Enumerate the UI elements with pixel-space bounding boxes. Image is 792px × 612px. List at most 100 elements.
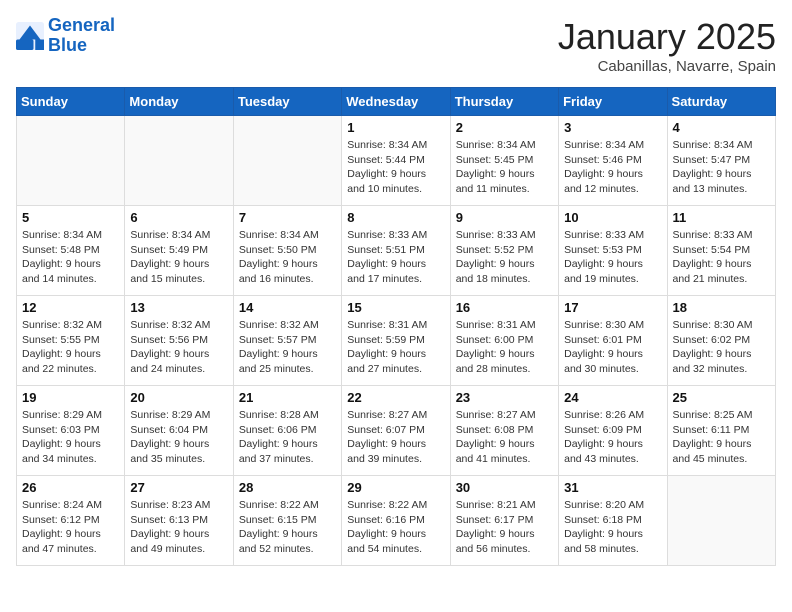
calendar-cell: 30 Sunrise: 8:21 AM Sunset: 6:17 PM Dayli… xyxy=(450,476,558,566)
week-row-3: 12 Sunrise: 8:32 AM Sunset: 5:55 PM Dayli… xyxy=(17,296,776,386)
day-info: Sunrise: 8:24 AM Sunset: 6:12 PM Dayligh… xyxy=(22,498,119,557)
day-number: 3 xyxy=(564,120,661,135)
calendar-subtitle: Cabanillas, Navarre, Spain xyxy=(558,58,776,75)
weekday-header-monday: Monday xyxy=(125,88,233,116)
day-info: Sunrise: 8:32 AM Sunset: 5:56 PM Dayligh… xyxy=(130,318,227,377)
day-number: 2 xyxy=(456,120,553,135)
day-info: Sunrise: 8:34 AM Sunset: 5:49 PM Dayligh… xyxy=(130,228,227,287)
day-number: 30 xyxy=(456,480,553,495)
day-number: 11 xyxy=(673,210,770,225)
day-number: 22 xyxy=(347,390,444,405)
day-number: 8 xyxy=(347,210,444,225)
day-info: Sunrise: 8:33 AM Sunset: 5:53 PM Dayligh… xyxy=(564,228,661,287)
day-number: 10 xyxy=(564,210,661,225)
title-block: January 2025 Cabanillas, Navarre, Spain xyxy=(558,16,776,75)
day-number: 16 xyxy=(456,300,553,315)
calendar-cell: 28Sunrise: 8:22 AM Sunset: 6:15 PM Dayli… xyxy=(233,476,341,566)
logo-icon xyxy=(16,22,44,50)
calendar-cell: 21 Sunrise: 8:28 AM Sunset: 6:06 PM Dayli… xyxy=(233,386,341,476)
page-header: GeneralBlue January 2025 Cabanillas, Nav… xyxy=(16,16,776,75)
day-number: 12 xyxy=(22,300,119,315)
calendar-cell: 17 Sunrise: 8:30 AM Sunset: 6:01 PM Dayli… xyxy=(559,296,667,386)
calendar-cell: 13Sunrise: 8:32 AM Sunset: 5:56 PM Dayli… xyxy=(125,296,233,386)
calendar-cell: 7 Sunrise: 8:34 AM Sunset: 5:50 PM Daylig… xyxy=(233,206,341,296)
day-info: Sunrise: 8:29 AM Sunset: 6:04 PM Dayligh… xyxy=(130,408,227,467)
day-number: 14 xyxy=(239,300,336,315)
day-info: Sunrise: 8:34 AM Sunset: 5:46 PM Dayligh… xyxy=(564,138,661,197)
day-info: Sunrise: 8:27 AM Sunset: 6:07 PM Dayligh… xyxy=(347,408,444,467)
weekday-header-friday: Friday xyxy=(559,88,667,116)
calendar-cell: 9 Sunrise: 8:33 AM Sunset: 5:52 PM Daylig… xyxy=(450,206,558,296)
weekday-header-tuesday: Tuesday xyxy=(233,88,341,116)
week-row-5: 26 Sunrise: 8:24 AM Sunset: 6:12 PM Dayli… xyxy=(17,476,776,566)
day-number: 19 xyxy=(22,390,119,405)
day-number: 15 xyxy=(347,300,444,315)
day-info: Sunrise: 8:34 AM Sunset: 5:45 PM Dayligh… xyxy=(456,138,553,197)
day-number: 7 xyxy=(239,210,336,225)
calendar-cell xyxy=(667,476,775,566)
calendar-cell: 12 Sunrise: 8:32 AM Sunset: 5:55 PM Dayli… xyxy=(17,296,125,386)
day-info: Sunrise: 8:33 AM Sunset: 5:52 PM Dayligh… xyxy=(456,228,553,287)
calendar-cell: 14Sunrise: 8:32 AM Sunset: 5:57 PM Dayli… xyxy=(233,296,341,386)
day-info: Sunrise: 8:32 AM Sunset: 5:55 PM Dayligh… xyxy=(22,318,119,377)
calendar-cell xyxy=(125,116,233,206)
calendar-title: January 2025 xyxy=(558,16,776,58)
day-number: 23 xyxy=(456,390,553,405)
calendar-cell: 24Sunrise: 8:26 AM Sunset: 6:09 PM Dayli… xyxy=(559,386,667,476)
weekday-header-sunday: Sunday xyxy=(17,88,125,116)
calendar-cell: 4 Sunrise: 8:34 AM Sunset: 5:47 PM Daylig… xyxy=(667,116,775,206)
day-number: 9 xyxy=(456,210,553,225)
day-info: Sunrise: 8:31 AM Sunset: 6:00 PM Dayligh… xyxy=(456,318,553,377)
day-number: 25 xyxy=(673,390,770,405)
day-info: Sunrise: 8:34 AM Sunset: 5:47 PM Dayligh… xyxy=(673,138,770,197)
calendar-cell: 26 Sunrise: 8:24 AM Sunset: 6:12 PM Dayli… xyxy=(17,476,125,566)
day-number: 26 xyxy=(22,480,119,495)
weekday-header-thursday: Thursday xyxy=(450,88,558,116)
day-number: 27 xyxy=(130,480,227,495)
calendar-cell: 22 Sunrise: 8:27 AM Sunset: 6:07 PM Dayli… xyxy=(342,386,450,476)
day-info: Sunrise: 8:34 AM Sunset: 5:50 PM Dayligh… xyxy=(239,228,336,287)
day-info: Sunrise: 8:30 AM Sunset: 6:01 PM Dayligh… xyxy=(564,318,661,377)
weekday-header-saturday: Saturday xyxy=(667,88,775,116)
week-row-4: 19 Sunrise: 8:29 AM Sunset: 6:03 PM Dayli… xyxy=(17,386,776,476)
calendar-cell: 8Sunrise: 8:33 AM Sunset: 5:51 PM Daylig… xyxy=(342,206,450,296)
calendar-cell: 15 Sunrise: 8:31 AM Sunset: 5:59 PM Dayli… xyxy=(342,296,450,386)
calendar-table: SundayMondayTuesdayWednesdayThursdayFrid… xyxy=(16,87,776,566)
day-number: 4 xyxy=(673,120,770,135)
day-info: Sunrise: 8:28 AM Sunset: 6:06 PM Dayligh… xyxy=(239,408,336,467)
calendar-cell: 6 Sunrise: 8:34 AM Sunset: 5:49 PM Daylig… xyxy=(125,206,233,296)
day-number: 6 xyxy=(130,210,227,225)
calendar-cell xyxy=(233,116,341,206)
day-number: 17 xyxy=(564,300,661,315)
calendar-cell: 20 Sunrise: 8:29 AM Sunset: 6:04 PM Dayli… xyxy=(125,386,233,476)
day-info: Sunrise: 8:30 AM Sunset: 6:02 PM Dayligh… xyxy=(673,318,770,377)
logo-text: GeneralBlue xyxy=(48,16,115,56)
day-info: Sunrise: 8:34 AM Sunset: 5:44 PM Dayligh… xyxy=(347,138,444,197)
day-number: 21 xyxy=(239,390,336,405)
day-info: Sunrise: 8:23 AM Sunset: 6:13 PM Dayligh… xyxy=(130,498,227,557)
week-row-2: 5 Sunrise: 8:34 AM Sunset: 5:48 PM Daylig… xyxy=(17,206,776,296)
calendar-cell: 5 Sunrise: 8:34 AM Sunset: 5:48 PM Daylig… xyxy=(17,206,125,296)
calendar-cell: 11 Sunrise: 8:33 AM Sunset: 5:54 PM Dayli… xyxy=(667,206,775,296)
day-info: Sunrise: 8:33 AM Sunset: 5:54 PM Dayligh… xyxy=(673,228,770,287)
calendar-cell: 1Sunrise: 8:34 AM Sunset: 5:44 PM Daylig… xyxy=(342,116,450,206)
day-info: Sunrise: 8:27 AM Sunset: 6:08 PM Dayligh… xyxy=(456,408,553,467)
day-number: 31 xyxy=(564,480,661,495)
calendar-cell xyxy=(17,116,125,206)
day-number: 24 xyxy=(564,390,661,405)
calendar-cell: 3 Sunrise: 8:34 AM Sunset: 5:46 PM Daylig… xyxy=(559,116,667,206)
calendar-cell: 31Sunrise: 8:20 AM Sunset: 6:18 PM Dayli… xyxy=(559,476,667,566)
calendar-cell: 23 Sunrise: 8:27 AM Sunset: 6:08 PM Dayli… xyxy=(450,386,558,476)
day-info: Sunrise: 8:31 AM Sunset: 5:59 PM Dayligh… xyxy=(347,318,444,377)
calendar-cell: 16 Sunrise: 8:31 AM Sunset: 6:00 PM Dayli… xyxy=(450,296,558,386)
calendar-cell: 18Sunrise: 8:30 AM Sunset: 6:02 PM Dayli… xyxy=(667,296,775,386)
calendar-cell: 10 Sunrise: 8:33 AM Sunset: 5:53 PM Dayli… xyxy=(559,206,667,296)
day-info: Sunrise: 8:29 AM Sunset: 6:03 PM Dayligh… xyxy=(22,408,119,467)
day-info: Sunrise: 8:21 AM Sunset: 6:17 PM Dayligh… xyxy=(456,498,553,557)
day-info: Sunrise: 8:34 AM Sunset: 5:48 PM Dayligh… xyxy=(22,228,119,287)
day-info: Sunrise: 8:25 AM Sunset: 6:11 PM Dayligh… xyxy=(673,408,770,467)
day-number: 5 xyxy=(22,210,119,225)
day-number: 29 xyxy=(347,480,444,495)
calendar-cell: 29Sunrise: 8:22 AM Sunset: 6:16 PM Dayli… xyxy=(342,476,450,566)
day-number: 20 xyxy=(130,390,227,405)
